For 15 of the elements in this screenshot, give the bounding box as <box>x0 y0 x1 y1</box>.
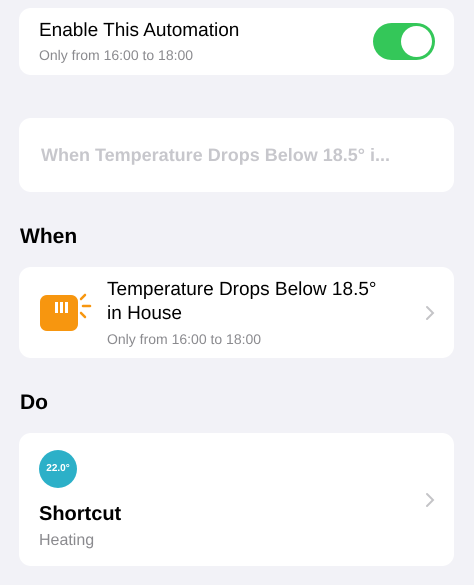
toggle-switch[interactable] <box>373 23 435 60</box>
toggle-subtitle: Only from 16:00 to 18:00 <box>39 47 194 63</box>
section-header: When <box>20 225 78 250</box>
chevron-icon <box>425 304 435 320</box>
chevron-icon <box>425 492 435 508</box>
name-field[interactable]: When Temperature Drops Below 18.5° i... <box>19 118 454 192</box>
action-row[interactable]: 22.0° Shortcut Heating <box>19 433 454 566</box>
action-title: Shortcut <box>39 502 122 526</box>
temperature-badge: 22.0° <box>39 450 77 488</box>
trigger-subtitle: Only from 16:00 to 18:00 <box>107 331 262 347</box>
action-subtitle: Heating <box>39 532 96 550</box>
toggle-label: Enable This Automation <box>39 20 240 42</box>
trigger-title: Temperature Drops Below 18.5° in House <box>107 278 378 326</box>
trigger-row[interactable]: Temperature Drops Below 18.5° in House Only from 16:00 to 18:00 <box>19 267 454 358</box>
section-header: Do <box>20 391 49 416</box>
